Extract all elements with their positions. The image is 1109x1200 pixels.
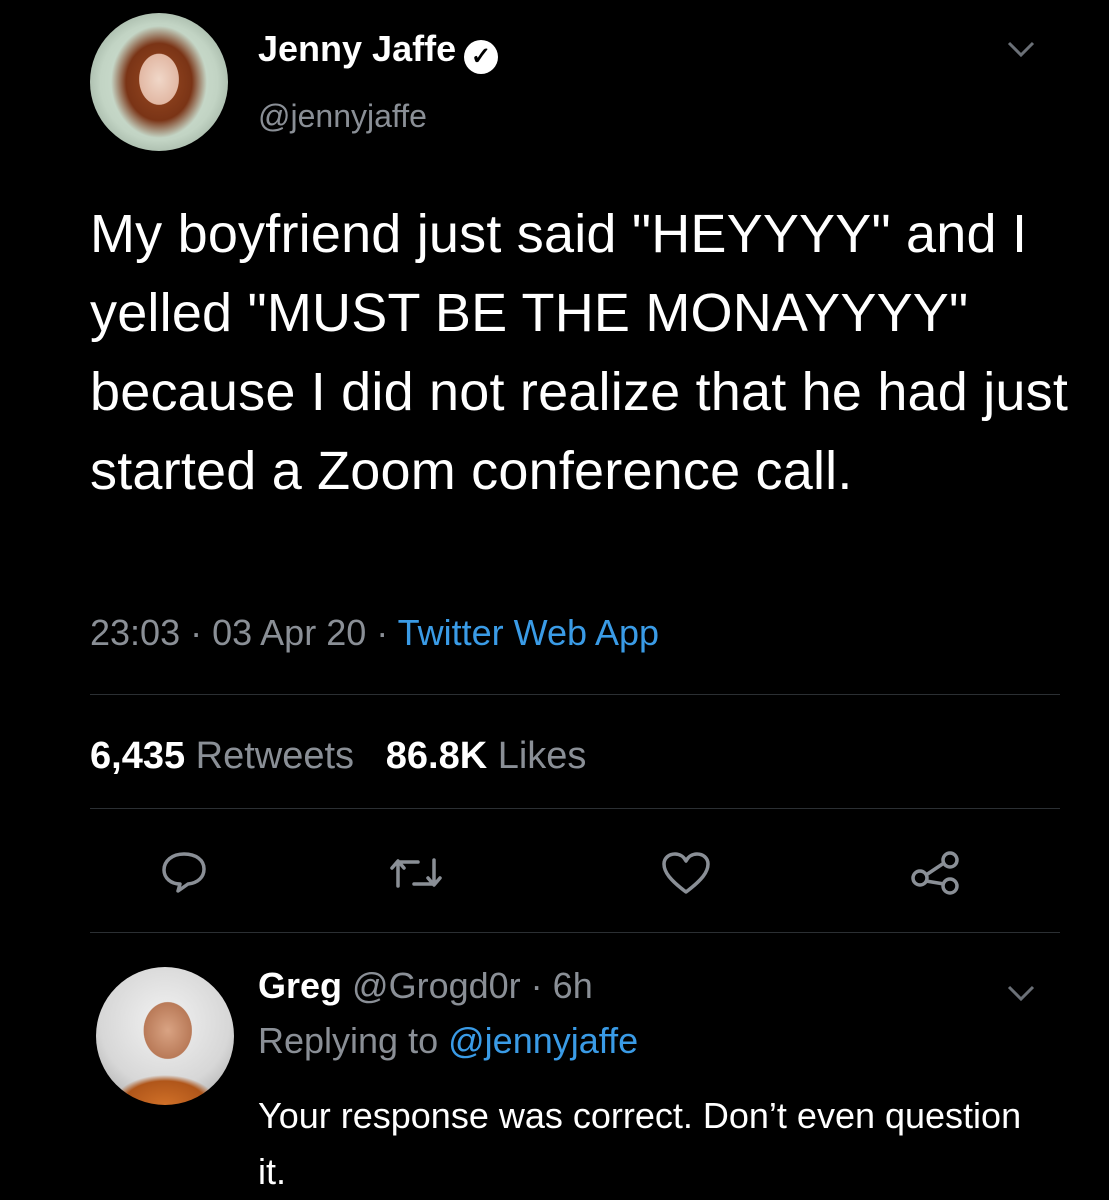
divider: [90, 808, 1060, 809]
likes-label: Likes: [497, 735, 587, 777]
author-name-row[interactable]: Jenny Jaffe ✓: [258, 28, 499, 74]
meta-separator: ·: [376, 612, 398, 653]
reply-author-handle[interactable]: @Grogd0r: [352, 965, 521, 1006]
divider: [90, 932, 1060, 933]
replying-prefix: Replying to: [258, 1020, 439, 1061]
reply-author-avatar[interactable]: [96, 967, 234, 1105]
meta-separator: ·: [530, 965, 553, 1006]
retweets-count: 6,435: [90, 735, 186, 777]
retweet-icon[interactable]: [388, 852, 444, 899]
meta-separator: ·: [190, 612, 213, 653]
reply-author-name[interactable]: Greg: [258, 965, 342, 1006]
reply-text: Your response was correct. Don’t even qu…: [258, 1095, 1022, 1192]
verified-check-icon: ✓: [464, 39, 499, 74]
reply-author-row[interactable]: Greg @Grogd0r · 6h: [258, 965, 593, 1007]
divider: [90, 694, 1060, 695]
reply-age: 6h: [552, 965, 593, 1006]
likes-stat[interactable]: 86.8K Likes: [386, 735, 587, 777]
replying-to-handle[interactable]: @jennyjaffe: [448, 1020, 638, 1061]
tweet-source-link[interactable]: Twitter Web App: [398, 612, 659, 653]
tweet-time: 23:03: [90, 612, 181, 653]
tweet-stats: 6,435 Retweets 86.8K Likes: [90, 735, 586, 778]
reply-chevron-down-icon[interactable]: [1006, 978, 1036, 1010]
replying-to: Replying to @jennyjaffe: [258, 1020, 638, 1062]
retweets-label: Retweets: [195, 735, 355, 777]
tweet-text: My boyfriend just said "HEYYYY" and I ye…: [90, 204, 1069, 501]
like-icon[interactable]: [660, 850, 712, 901]
retweets-stat[interactable]: 6,435 Retweets: [90, 735, 354, 777]
reply-icon[interactable]: [160, 850, 208, 899]
share-icon[interactable]: [908, 848, 964, 901]
tweet-meta: 23:03 · 03 Apr 20 · Twitter Web App: [90, 612, 659, 654]
tweet-date: 03 Apr 20: [212, 612, 367, 653]
author-name[interactable]: Jenny Jaffe: [258, 28, 456, 69]
author-avatar[interactable]: [90, 13, 228, 151]
likes-count: 86.8K: [385, 735, 488, 777]
author-handle[interactable]: @jennyjaffe: [258, 98, 427, 135]
chevron-down-icon[interactable]: [1006, 34, 1036, 66]
